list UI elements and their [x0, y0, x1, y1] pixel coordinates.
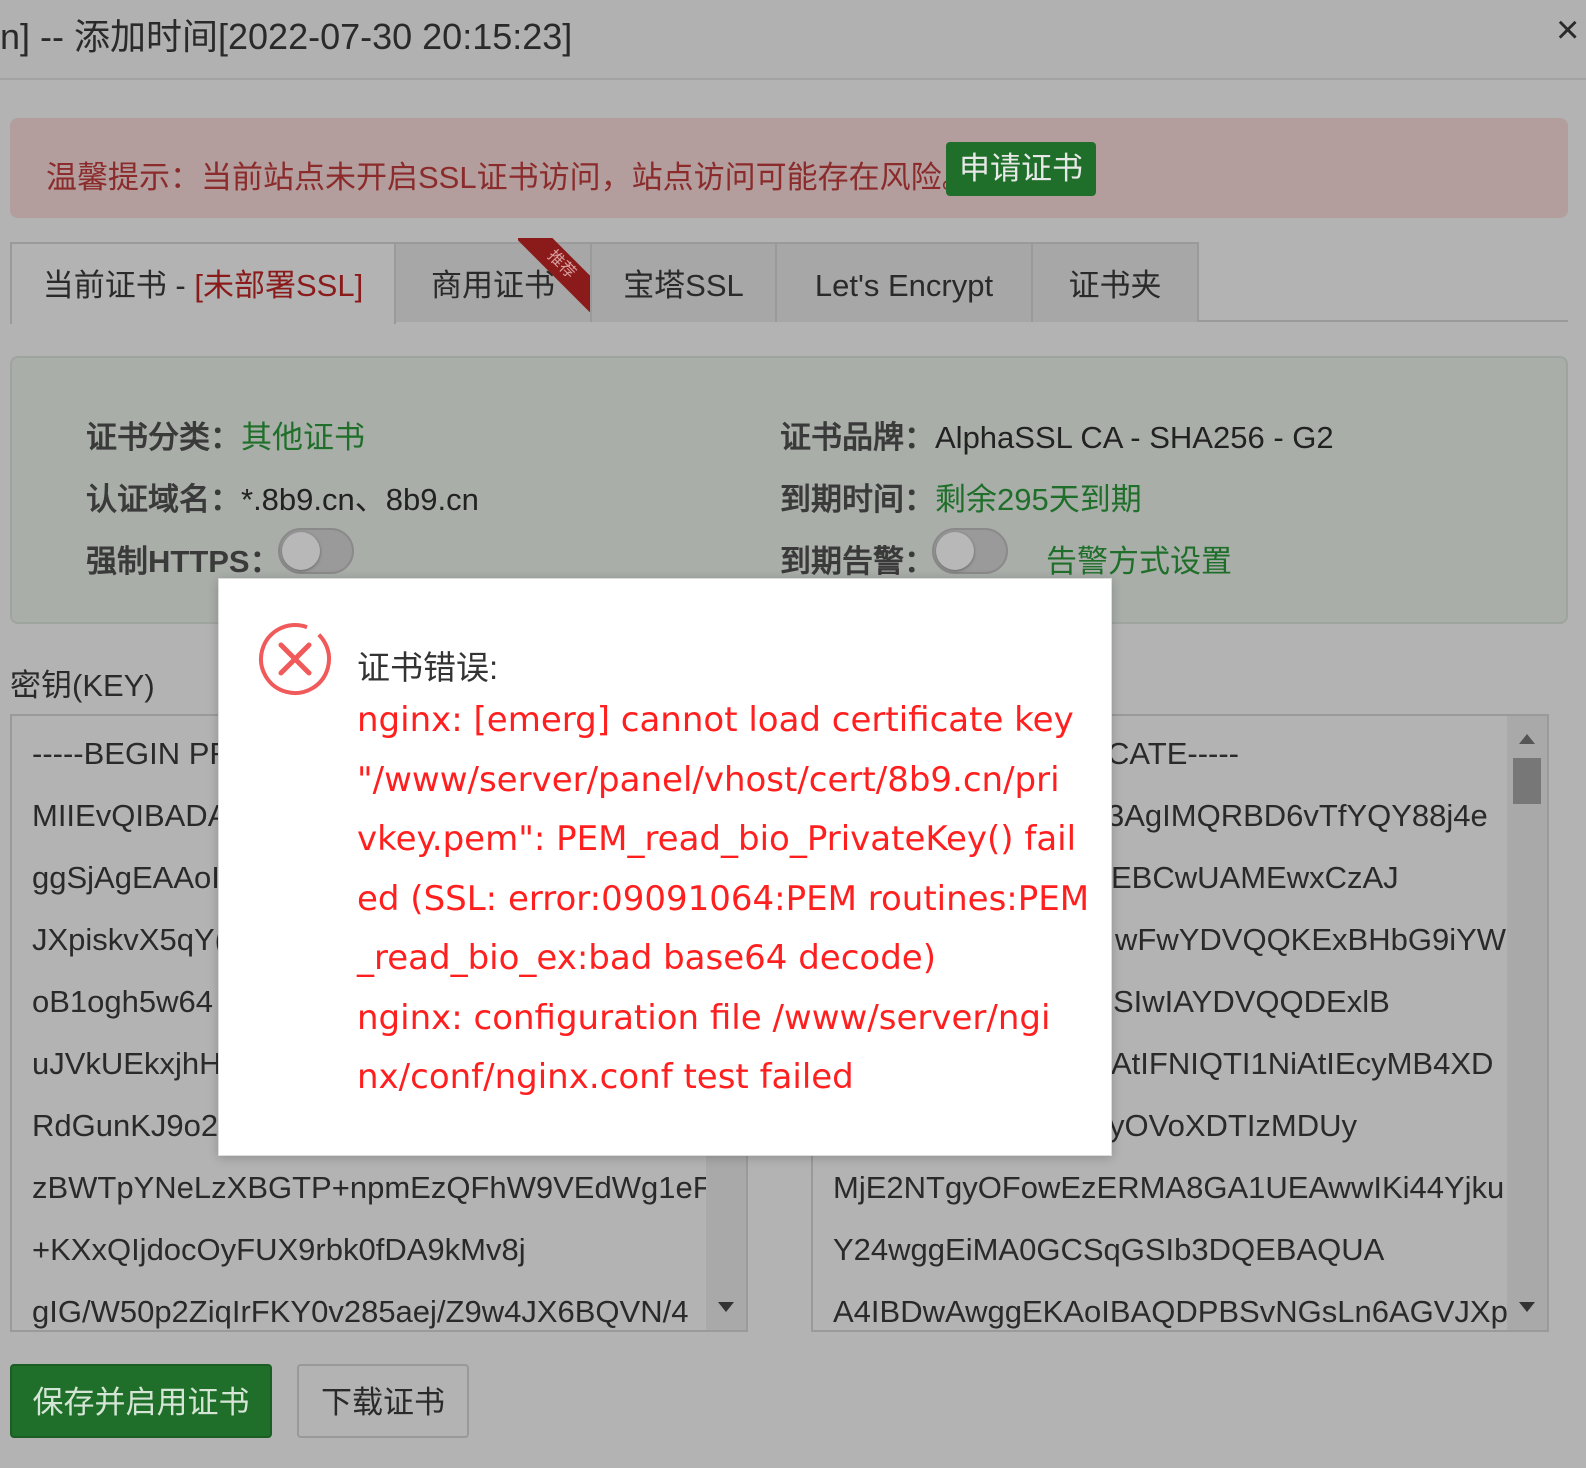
domain-label: 认证域名： — [86, 482, 241, 517]
tab-label: 证书夹 — [1068, 268, 1162, 303]
key-line: +KXxQIjdocOyFUX9rbk0fDA9kMv8j — [32, 1232, 526, 1267]
key-line: zBWTpYNeLzXBGTP+npmEzQFhW9VEdWg1eFI — [32, 1170, 721, 1205]
cert-line: AtIFNIQTI1NiAtIEcyMB4XD — [1111, 1046, 1494, 1081]
cert-line: yOVoXDTIzMDUy — [1109, 1108, 1358, 1143]
expiry-alert-toggle[interactable] — [932, 528, 1008, 574]
key-label: 密钥(KEY) — [10, 668, 155, 703]
category-row: 证书分类：其他证书 — [86, 412, 365, 457]
download-certificate-button[interactable]: 下载证书 — [297, 1364, 469, 1438]
tab-certificate-folder[interactable]: 证书夹 — [1031, 242, 1199, 322]
category-value: 其他证书 — [241, 420, 365, 455]
recommend-ribbon: 推荐 — [518, 238, 598, 318]
ssl-warning-alert: 温馨提示：当前站点未开启SSL证书访问，站点访问可能存在风险。 申请证书 — [10, 118, 1568, 218]
brand-row: 证书品牌：AlphaSSL CA - SHA256 - G2 — [780, 412, 1334, 457]
tab-label: 宝塔SSL — [623, 268, 744, 303]
cert-line: 3AgIMQRBD6vTfYQY88j4e — [1107, 798, 1488, 833]
tab-lets-encrypt[interactable]: Let's Encrypt — [775, 242, 1033, 322]
certificate-error-dialog: 证书错误: nginx: [emerg] cannot load certifi… — [218, 578, 1112, 1156]
scrollbar-thumb[interactable] — [1513, 758, 1541, 804]
error-title: 证书错误: — [357, 649, 499, 686]
scroll-down-icon[interactable] — [718, 1302, 734, 1312]
toggle-knob — [282, 532, 320, 570]
ribbon-label: 推荐 — [518, 238, 598, 314]
force-https-toggle[interactable] — [278, 528, 354, 574]
apply-certificate-button[interactable]: 申请证书 — [946, 142, 1096, 196]
error-line: nx/conf/nginx.conf test failed — [357, 1057, 854, 1097]
key-line: ggSjAgEAAoI — [32, 860, 220, 895]
key-line: gIG/W50p2ZiqIrFKY0v285aej/Z9w4JX6BQVN/4 — [32, 1294, 689, 1329]
expiry-value: 剩余295天到期 — [935, 482, 1142, 517]
error-line: vkey.pem": PEM_read_bio_PrivateKey() fai… — [357, 819, 1077, 859]
key-line: oB1ogh5w64 — [32, 984, 213, 1019]
error-message: nginx: [emerg] cannot load certificate k… — [357, 691, 1090, 1108]
scroll-down-icon[interactable] — [1519, 1302, 1535, 1312]
key-line: MIIEvQIBADA — [32, 798, 229, 833]
scroll-up-icon[interactable] — [1519, 734, 1535, 744]
cert-line: wFwYDVQQKExBHbG9iYW — [1115, 922, 1507, 957]
cert-line: MjE2NTgyOFowEzERMA8GA1UEAwwIKi44Yjku — [833, 1170, 1505, 1205]
key-line: JXpiskvX5qY( — [32, 922, 225, 957]
key-line: uJVkUEkxjhH — [32, 1046, 222, 1081]
category-label: 证书分类： — [86, 420, 241, 455]
error-line: _read_bio_ex:bad base64 decode) — [357, 938, 936, 978]
cert-line: SIwIAYDVQQDExlB — [1113, 984, 1390, 1019]
window-title: n] -- 添加时间[2022-07-30 20:15:23] — [0, 16, 573, 57]
error-line: nginx: [emerg] cannot load certificate k… — [357, 700, 1074, 740]
tab-current-certificate[interactable]: 当前证书 - [未部署SSL] — [10, 242, 396, 324]
expiry-row: 到期时间：剩余295天到期 — [780, 474, 1142, 519]
brand-label: 证书品牌： — [780, 420, 935, 455]
error-line: "/www/server/panel/vhost/cert/8b9.cn/pri — [357, 759, 1060, 800]
cert-scrollbar[interactable] — [1507, 716, 1547, 1330]
cert-line: Y24wggEiMA0GCSqGSIb3DQEBAQUA — [833, 1232, 1385, 1267]
error-line: ed (SSL: error:09091064:PEM routines:PEM — [357, 878, 1090, 919]
key-line: RdGunKJ9o2( — [32, 1108, 229, 1143]
cert-line: EBCwUAMEwxCzAJ — [1111, 860, 1399, 895]
window-titlebar: n] -- 添加时间[2022-07-30 20:15:23] × — [0, 0, 1586, 80]
tab-baota-ssl[interactable]: 宝塔SSL — [590, 242, 777, 322]
https-label: 强制HTTPS： — [86, 544, 281, 579]
expiry-label: 到期时间： — [780, 482, 935, 517]
tab-label: 当前证书 - — [42, 268, 195, 303]
close-icon[interactable]: × — [1556, 10, 1586, 50]
error-circle-x-icon — [259, 623, 331, 695]
tab-status: [未部署SSL] — [194, 268, 364, 303]
error-line: nginx: configuration file /www/server/ng… — [357, 997, 1051, 1038]
domain-row: 认证域名：*.8b9.cn、8b9.cn — [86, 474, 479, 519]
expiry-alert-label: 到期告警： — [780, 544, 935, 579]
cert-line: CATE----- — [1107, 736, 1239, 771]
toggle-knob — [936, 532, 974, 570]
certificate-tabs: 当前证书 - [未部署SSL] 商用证书 推荐 宝塔SSL Let's Encr… — [10, 238, 1568, 324]
domain-value: *.8b9.cn、8b9.cn — [241, 482, 479, 517]
alert-message: 温馨提示：当前站点未开启SSL证书访问，站点访问可能存在风险。 — [46, 160, 973, 195]
cert-line: A4IBDwAwggEKAoIBAQDPBSvNGsLn6AGVJXpi — [833, 1294, 1515, 1329]
tab-label: Let's Encrypt — [814, 268, 994, 303]
alert-row: 到期告警： — [780, 536, 935, 581]
key-line: -----BEGIN PR — [32, 736, 232, 771]
tab-commercial-certificate[interactable]: 商用证书 推荐 — [394, 238, 598, 322]
alert-settings-link[interactable]: 告警方式设置 — [1046, 536, 1232, 581]
brand-value: AlphaSSL CA - SHA256 - G2 — [935, 420, 1334, 455]
https-row: 强制HTTPS： — [86, 536, 281, 581]
save-and-enable-button[interactable]: 保存并启用证书 — [10, 1364, 272, 1438]
